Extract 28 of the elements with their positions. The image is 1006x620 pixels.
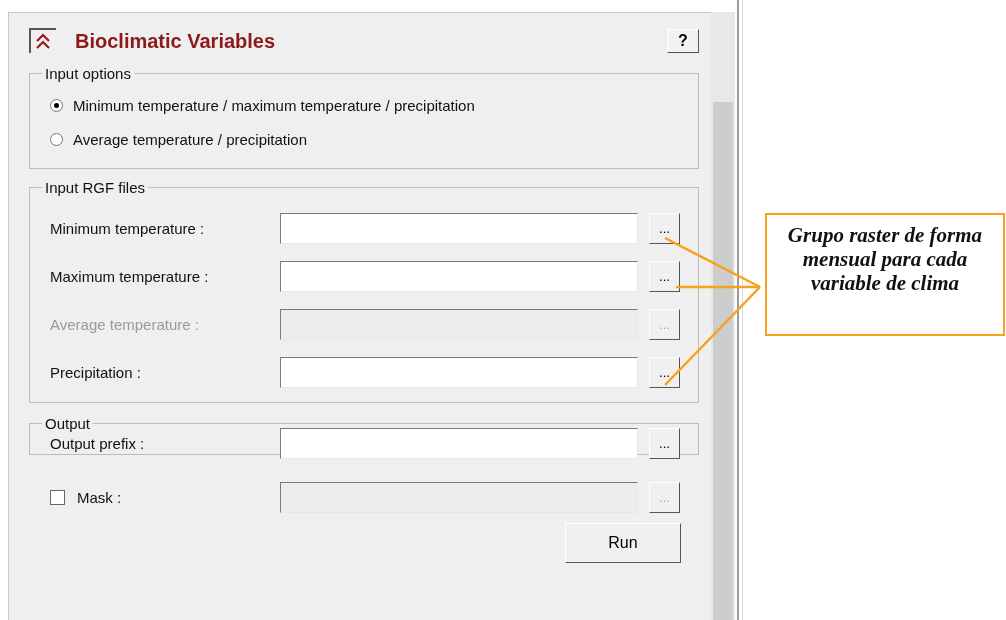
checkbox-label: Mask :	[77, 488, 122, 506]
run-button[interactable]: Run	[565, 523, 681, 563]
browse-button[interactable]: ...	[649, 212, 680, 244]
help-button[interactable]: ?	[667, 29, 699, 53]
radio-button[interactable]	[50, 98, 63, 112]
group-title: Input options	[44, 65, 132, 82]
input-field[interactable]	[280, 356, 638, 388]
callout-box: Grupo raster de forma mensual para cada variable de clima	[765, 213, 1005, 336]
browse-button[interactable]: ...	[649, 427, 680, 459]
input-field[interactable]	[280, 427, 638, 459]
field-label: Maximum temperature :	[50, 267, 210, 285]
input-field[interactable]	[280, 260, 638, 292]
option-label: Minimum temperature / maximum temperature / precipitation	[73, 96, 475, 114]
scrollbar[interactable]	[711, 12, 735, 620]
browse-button[interactable]: ...	[649, 356, 680, 388]
collapse-icon[interactable]	[29, 28, 57, 54]
scrollbar-thumb[interactable]	[713, 102, 733, 620]
group-title: Output	[44, 415, 92, 432]
field-label: Average temperature :	[50, 315, 200, 333]
field-label: Minimum temperature :	[50, 219, 206, 237]
group-title: Input RGF files	[44, 179, 147, 196]
radio-button[interactable]	[50, 132, 63, 146]
field-label: Precipitation :	[50, 363, 142, 381]
input-field[interactable]	[280, 212, 638, 244]
option-label: Average temperature / precipitation	[73, 130, 308, 148]
browse-button[interactable]: ...	[649, 260, 680, 292]
field-label: Output prefix :	[50, 434, 146, 452]
panel-title: Bioclimatic Variables	[75, 29, 277, 53]
